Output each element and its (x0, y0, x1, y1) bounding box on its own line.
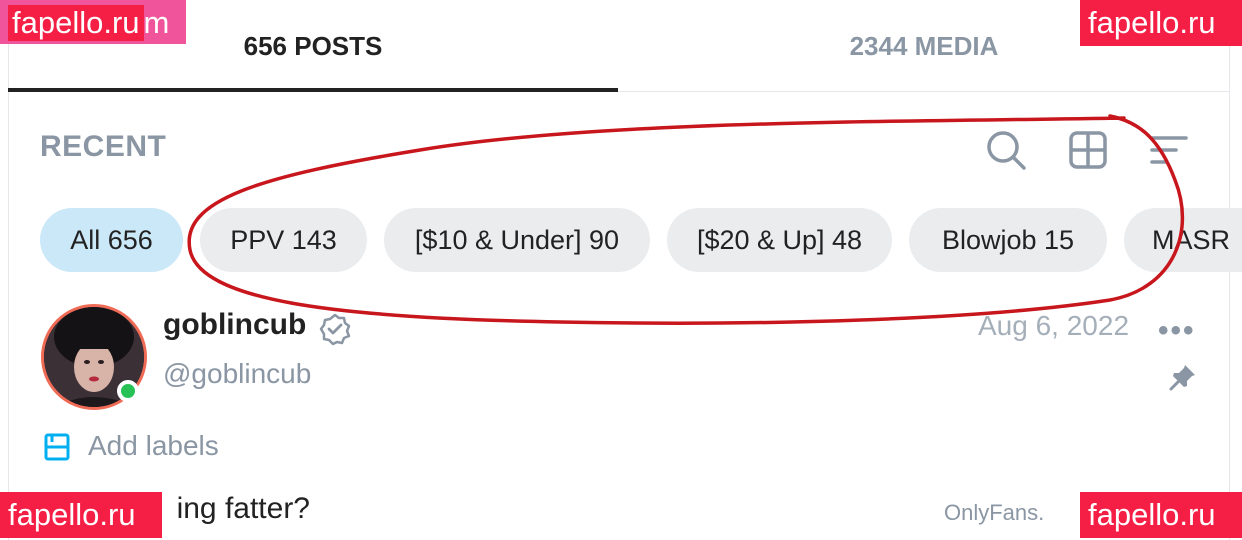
grid-icon[interactable] (1066, 128, 1110, 172)
sort-icon[interactable] (1148, 128, 1192, 172)
watermark-bottom-right: fapello.ru (1080, 492, 1242, 538)
filter-chip-10-under[interactable]: [$10 & Under] 90 (384, 208, 650, 272)
filter-chip-20-up[interactable]: [$20 & Up] 48 (667, 208, 892, 272)
add-labels-button[interactable]: Add labels (88, 430, 219, 462)
online-status-dot (117, 380, 139, 402)
filter-chip-masr[interactable]: MASR (1124, 208, 1242, 272)
author-name[interactable]: goblincub (163, 308, 306, 342)
label-icon[interactable] (43, 432, 71, 462)
onlyfans-credit: OnlyFans. (944, 500, 1045, 525)
pin-icon (1168, 362, 1198, 392)
more-options-button[interactable]: ••• (1158, 314, 1196, 348)
section-title: RECENT (40, 130, 167, 163)
active-tab-underline (8, 88, 618, 92)
watermark-top-left: fapello.ru m (0, 0, 186, 46)
tab-divider (618, 91, 1230, 92)
filter-chip-ppv[interactable]: PPV 143 (200, 208, 367, 272)
watermark-top-right: fapello.ru (1080, 0, 1242, 46)
profile-tabs: 656 POSTS 2344 MEDIA (8, 0, 1230, 92)
filter-chip-all[interactable]: All 656 (40, 208, 183, 272)
author-handle[interactable]: @goblincub (163, 358, 311, 390)
search-icon[interactable] (984, 128, 1028, 172)
watermark-bottom-left: fapello.ru (0, 492, 162, 538)
post-date: Aug 6, 2022 (978, 310, 1130, 341)
verified-badge-icon (318, 312, 352, 346)
filter-chip-blowjob[interactable]: Blowjob 15 (909, 208, 1107, 272)
